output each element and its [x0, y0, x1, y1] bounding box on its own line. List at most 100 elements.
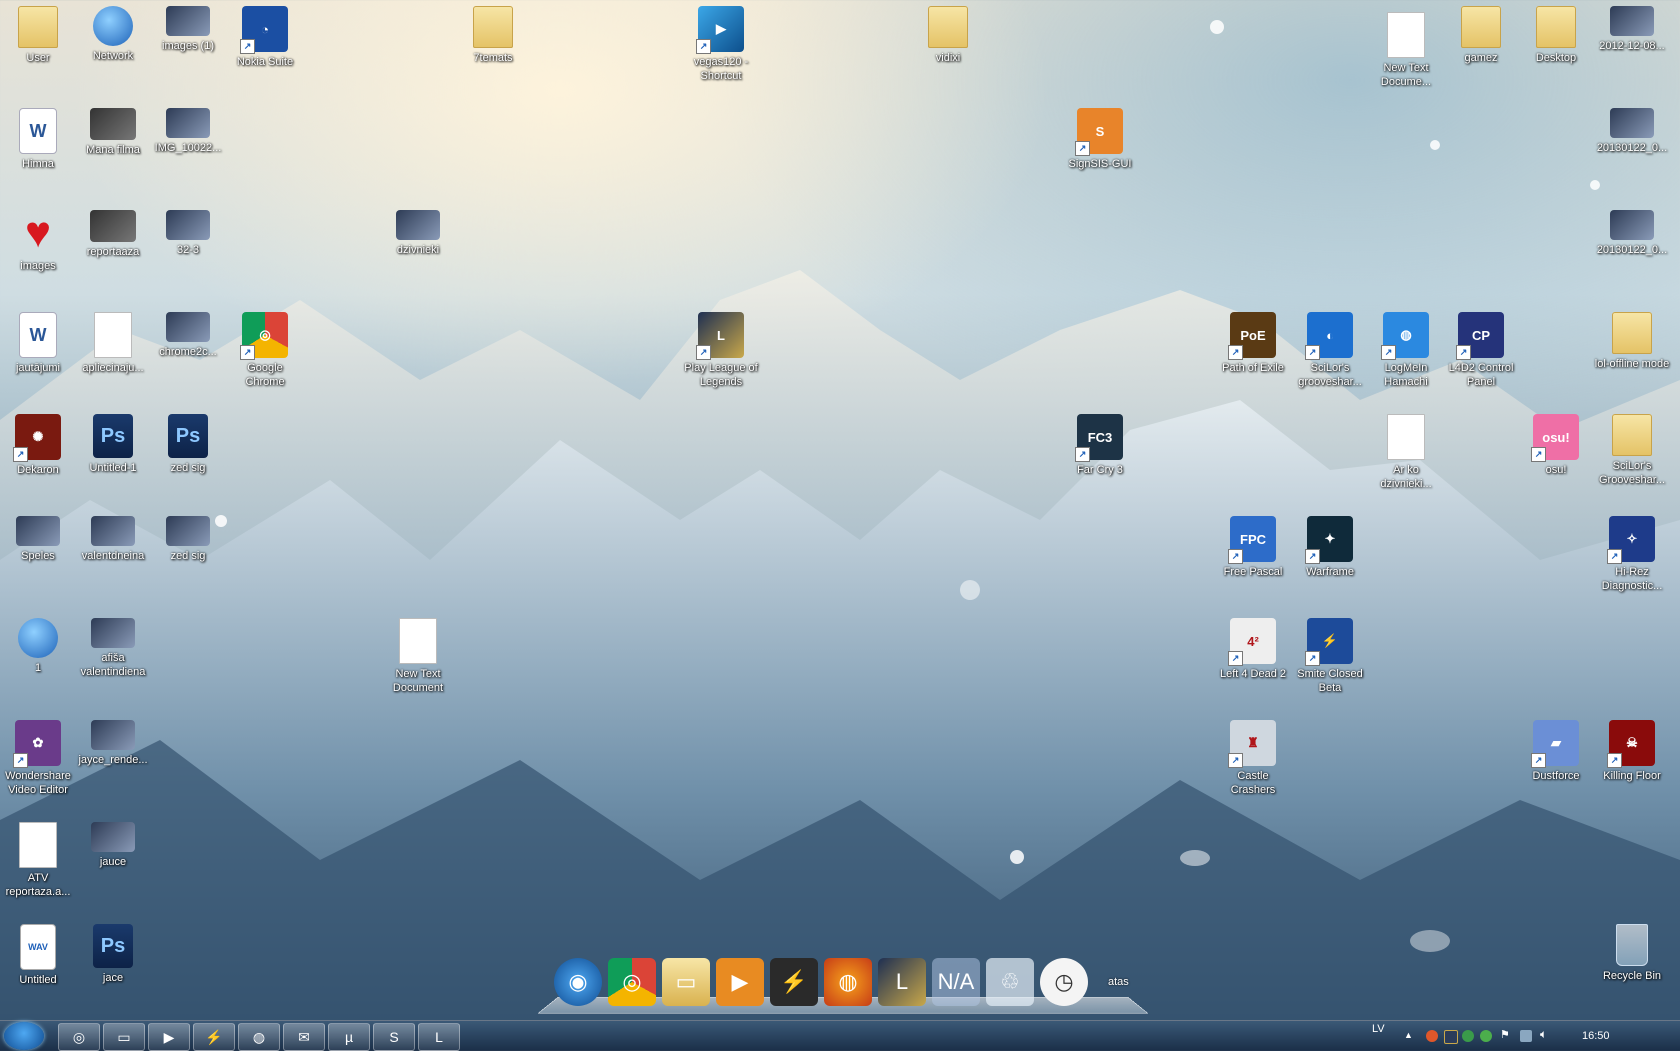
desktop-icon-killingfloor[interactable]: ☠ ↗ Killing Floor [1594, 720, 1670, 783]
taskbar-firefox-button[interactable]: ◍ [238, 1023, 280, 1051]
shortcut-arrow-icon: ↗ [13, 447, 28, 462]
taskbar-winamp-button[interactable]: ⚡ [193, 1023, 235, 1051]
desktop-icon-atv[interactable]: ATV reportaza.a... [0, 822, 76, 899]
tray-chrome-icon[interactable] [1462, 1030, 1474, 1042]
desktop-icon-freepascal[interactable]: FPC ↗ Free Pascal [1215, 516, 1291, 579]
desktop-icon-img10022[interactable]: IMG_10022... [150, 108, 226, 155]
taskbar-chrome-button[interactable]: ◎ [58, 1023, 100, 1051]
desktop-icon-hamachi[interactable]: ◍ ↗ LogMeIn Hamachi [1368, 312, 1444, 389]
dock-firefox-icon[interactable]: ◍ [824, 958, 872, 1006]
dock-league-of-legends-icon[interactable]: L [878, 958, 926, 1006]
desktop-icon-gamez[interactable]: gamez [1443, 6, 1519, 65]
taskbar-league-of-legends-button[interactable]: L [418, 1023, 460, 1051]
desktop-icon-img2012[interactable]: 2012-12-08... [1594, 6, 1670, 53]
desktop-icon-manafilma[interactable]: Mana filma [75, 108, 151, 157]
network-tray-icon[interactable] [1520, 1030, 1532, 1042]
tray-utorrent-icon[interactable] [1480, 1030, 1492, 1042]
dock-recycle-bin-icon[interactable]: ♲ [986, 958, 1034, 1006]
desktop-icon-loloffline[interactable]: lol-offline mode [1594, 312, 1670, 371]
desktop-icon-grooveshar2[interactable]: SciLor's Grooveshar... [1594, 414, 1670, 487]
shortcut-arrow-icon: ↗ [1228, 753, 1243, 768]
desktop-icon-user[interactable]: User [0, 6, 76, 65]
desktop-icon-osu[interactable]: osu! ↗ osu! [1518, 414, 1594, 477]
desktop-icon-zedsig1[interactable]: Ps zed sig [150, 414, 226, 475]
taskbar-utorrent-button[interactable]: µ [328, 1023, 370, 1051]
taskbar-clock[interactable]: 16:50 [1582, 1030, 1610, 1042]
desktop-icon-label: 7temats [473, 52, 513, 64]
desktop-icon-label: ATV reportaza.a... [5, 872, 71, 898]
desktop-icon-speles[interactable]: Speles [0, 516, 76, 563]
show-hidden-icons-icon[interactable]: ▲ [1404, 1030, 1416, 1042]
volume-icon[interactable]: 🔈︎ [1540, 1027, 1552, 1041]
desktop-icon-32-3[interactable]: 32-3 [150, 210, 226, 257]
desktop-icon-zedsig2[interactable]: zed sig [150, 516, 226, 563]
desktop-icon-images[interactable]: ♥ images [0, 210, 76, 273]
desktop-icon-l4d2cp[interactable]: CP ↗ L4D2 Control Panel [1443, 312, 1519, 389]
dock-media-player-icon[interactable]: ▶ [716, 958, 764, 1006]
desktop-icon-l4d2[interactable]: 4² ↗ Left 4 Dead 2 [1215, 618, 1291, 681]
desktop-icon-label: afiša valentindiena [80, 652, 146, 678]
dock-explorer-icon[interactable]: ▭ [662, 958, 710, 1006]
desktop-icon-hirez[interactable]: ✧ ↗ Hi-Rez Diagnostic... [1594, 516, 1670, 593]
taskbar-chat-button[interactable]: ✉ [283, 1023, 325, 1051]
desktop-icon-nokia[interactable]: ◔ ↗ Nokia Suite [227, 6, 303, 69]
desktop-icon-jauce[interactable]: jauce [75, 822, 151, 869]
action-center-flag-icon[interactable]: ⚑ [1500, 1028, 1512, 1041]
start-button[interactable] [4, 1022, 44, 1050]
desktop-icon-img20130122a[interactable]: 20130122_0... [1594, 108, 1670, 155]
desktop-icon-warframe[interactable]: ✦ ↗ Warframe [1292, 516, 1368, 579]
desktop-icon-label: Untitled-1 [89, 462, 137, 474]
desktop-icon-label: Google Chrome [245, 362, 285, 388]
desktop-icon-images1[interactable]: images (1) [150, 6, 226, 53]
desktop-icon-poe[interactable]: PoE ↗ Path of Exile [1215, 312, 1291, 375]
desktop-icon-jace[interactable]: Ps jace [75, 924, 151, 985]
taskbar-skype-button[interactable]: S [373, 1023, 415, 1051]
desktop-icon-castle[interactable]: ♜ ↗ Castle Crashers [1215, 720, 1291, 797]
desktop-icon-newtext2[interactable]: New Text Document [380, 618, 456, 695]
desktop-icon-dzivnieki[interactable]: dzivnieki [380, 210, 456, 257]
desktop-icon-untitledwav[interactable]: WAV Untitled [0, 924, 76, 987]
desktop-icon-farcry3[interactable]: FC3 ↗ Far Cry 3 [1062, 414, 1138, 477]
desktop-icon-vegas[interactable]: ▶ ↗ vegas120 - Shortcut [683, 6, 759, 83]
desktop-icon-one[interactable]: 1 [0, 618, 76, 675]
tray-app-icon[interactable] [1426, 1030, 1438, 1042]
desktop-icon-desktop[interactable]: Desktop [1518, 6, 1594, 65]
desktop-icon-chrome2c[interactable]: chrome2c... [150, 312, 226, 359]
desktop-icon-himna[interactable]: W Himna [0, 108, 76, 171]
desktop-icon-afisa[interactable]: afiša valentindiena [75, 618, 151, 679]
desktop-icon-recycle[interactable]: Recycle Bin [1594, 924, 1670, 983]
desktop-icon-untitled1[interactable]: Ps Untitled-1 [75, 414, 151, 475]
desktop-icon-lol[interactable]: L ↗ Play League of Legends [683, 312, 759, 389]
document-icon [94, 312, 132, 358]
desktop-icon-jayce_render[interactable]: jayce_rende... [75, 720, 151, 767]
desktop-icon-newtext1[interactable]: New Text Docume... [1368, 12, 1444, 89]
dock-start-orb-icon[interactable]: ◉ [554, 958, 602, 1006]
desktop-icon-apliecinaju[interactable]: apliecinaju... [75, 312, 151, 375]
desktop-icon-grooveshark[interactable]: ◐ ↗ SciLor's grooveshar... [1292, 312, 1368, 389]
nokia-suite-icon: ◔ ↗ [240, 6, 288, 54]
desktop-icon-vidixi[interactable]: vidixi [910, 6, 986, 65]
desktop-icon-label: jayce_rende... [78, 754, 148, 766]
desktop-icon-dekaron[interactable]: ✺ ↗ Dekaron [0, 414, 76, 477]
desktop-icon-chrome[interactable]: ◎ ↗ Google Chrome [227, 312, 303, 389]
desktop-icon-valentdienai[interactable]: valentdneina [75, 516, 151, 563]
dock-winamp-icon[interactable]: ⚡ [770, 958, 818, 1006]
desktop-icon-signsis[interactable]: S ↗ SignSIS-GUI [1062, 108, 1138, 171]
dock-n-a-icon[interactable]: N/A [932, 958, 980, 1006]
taskbar: ◎ ▭ ▶ ⚡ ◍ ✉ µ S L LV ▲ ⚑ 🔈︎ 16:50 [0, 1020, 1680, 1051]
tray-lol-icon[interactable] [1444, 1030, 1458, 1044]
desktop-icon-wondershare[interactable]: ✿ ↗ Wondershare Video Editor [0, 720, 76, 797]
desktop-icon-network[interactable]: Network [75, 6, 151, 63]
desktop-icon-jautajumi[interactable]: Wjautājumi [0, 312, 76, 375]
desktop-icon-dustforce[interactable]: ▰ ↗ Dustforce [1518, 720, 1594, 783]
desktop-icon-reportaaza[interactable]: reportaaza [75, 210, 151, 259]
taskbar-media-player-button[interactable]: ▶ [148, 1023, 190, 1051]
desktop-icon-7temats[interactable]: 7temats [455, 6, 531, 65]
dock-chrome-icon[interactable]: ◎ [608, 958, 656, 1006]
taskbar-explorer-button[interactable]: ▭ [103, 1023, 145, 1051]
desktop-icon-arko[interactable]: Ar ko dzivnieki... [1368, 414, 1444, 491]
desktop-icon-smite[interactable]: ⚡ ↗ Smite Closed Beta [1292, 618, 1368, 695]
dock-clock-icon[interactable]: ◷ [1040, 958, 1088, 1006]
language-indicator[interactable]: LV [1372, 1023, 1385, 1035]
desktop-icon-img20130122b[interactable]: 20130122_0... [1594, 210, 1670, 257]
